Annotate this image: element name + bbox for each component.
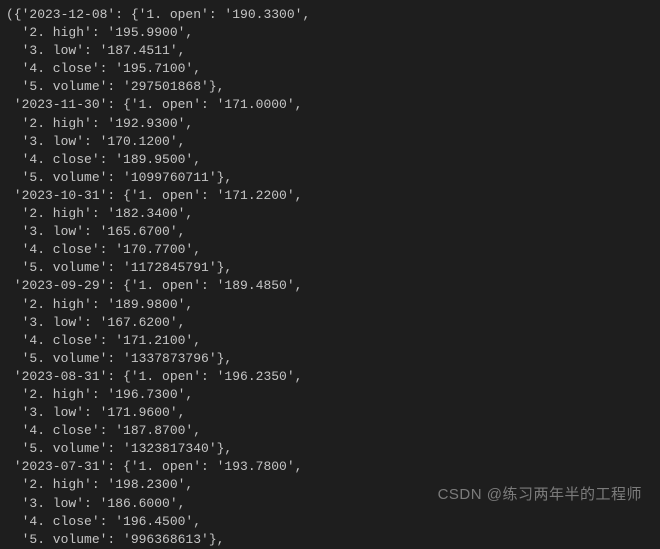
- code-line: '4. close': '189.9500',: [6, 151, 660, 169]
- code-line: '5. volume': '297501868'},: [6, 78, 660, 96]
- watermark-text: CSDN @练习两年半的工程师: [438, 486, 642, 504]
- code-line: '2023-09-29': {'1. open': '189.4850',: [6, 277, 660, 295]
- code-line: '4. close': '195.7100',: [6, 60, 660, 78]
- code-line: '5. volume': '1323817340'},: [6, 440, 660, 458]
- code-line: '3. low': '171.9600',: [6, 404, 660, 422]
- code-line: '2023-10-31': {'1. open': '171.2200',: [6, 187, 660, 205]
- code-line: '2. high': '192.9300',: [6, 115, 660, 133]
- code-line: '2023-08-31': {'1. open': '196.2350',: [6, 368, 660, 386]
- code-line: '5. volume': '1337873796'},: [6, 350, 660, 368]
- code-line: '2. high': '195.9900',: [6, 24, 660, 42]
- code-line: '2023-11-30': {'1. open': '171.0000',: [6, 96, 660, 114]
- code-line: '3. low': '187.4511',: [6, 42, 660, 60]
- code-line: '5. volume': '1099760711'},: [6, 169, 660, 187]
- code-line: '2023-07-31': {'1. open': '193.7800',: [6, 458, 660, 476]
- code-line: '5. volume': '996368613'},: [6, 531, 660, 549]
- code-line: '3. low': '165.6700',: [6, 223, 660, 241]
- code-line: '3. low': '167.6200',: [6, 314, 660, 332]
- code-block: ({'2023-12-08': {'1. open': '190.3300', …: [0, 0, 660, 549]
- code-line: '4. close': '171.2100',: [6, 332, 660, 350]
- code-line: '2. high': '189.9800',: [6, 296, 660, 314]
- code-line: '4. close': '170.7700',: [6, 241, 660, 259]
- code-line: '3. low': '170.1200',: [6, 133, 660, 151]
- code-line: '4. close': '187.8700',: [6, 422, 660, 440]
- code-line: '2. high': '182.3400',: [6, 205, 660, 223]
- code-line: '4. close': '196.4500',: [6, 513, 660, 531]
- code-line: '5. volume': '1172845791'},: [6, 259, 660, 277]
- code-line: ({'2023-12-08': {'1. open': '190.3300',: [6, 6, 660, 24]
- code-line: '2. high': '196.7300',: [6, 386, 660, 404]
